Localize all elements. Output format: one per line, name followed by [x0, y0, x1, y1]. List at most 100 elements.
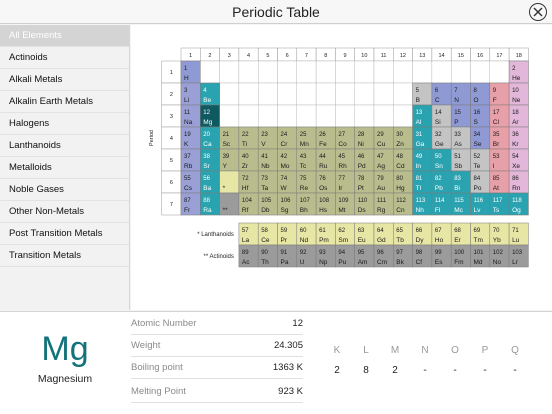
element-cell-Nh[interactable]: 113 Nh: [412, 192, 433, 216]
element-cell-Ra[interactable]: 88 Ra: [200, 192, 220, 216]
element-cell-Rb[interactable]: 37 Rb: [180, 148, 201, 172]
element-cell-Bh[interactable]: 107 Bh: [296, 192, 317, 216]
element-cell-Pu[interactable]: 94 Pu: [335, 244, 355, 268]
sidebar-item-lanthanoids[interactable]: Lanthanoids: [0, 135, 129, 157]
element-cell-Fe[interactable]: 26 Fe: [315, 126, 336, 150]
sidebar-item-transition-metals[interactable]: Transition Metals: [0, 245, 129, 267]
element-cell-Cr[interactable]: 24 Cr: [277, 126, 298, 150]
element-cell-Sr[interactable]: 38 Sr: [200, 148, 220, 172]
element-cell-Fr[interactable]: 87 Fr: [180, 192, 201, 216]
element-cell-N[interactable]: 7N: [450, 82, 471, 106]
element-cell-Cs[interactable]: 55 Cs: [180, 170, 201, 194]
element-cell-Te[interactable]: 52 Te: [470, 148, 491, 172]
element-cell-Ag[interactable]: 47 Ag: [373, 148, 394, 172]
close-button[interactable]: [529, 3, 547, 21]
element-cell-Bk[interactable]: 97 Bk: [393, 244, 413, 268]
element-cell-Er[interactable]: 68 Er: [450, 222, 471, 246]
element-cell-V[interactable]: 23 V: [257, 126, 278, 150]
element-cell-Ba[interactable]: 56 Ba: [200, 170, 220, 194]
sidebar-item-post-transition-metals[interactable]: Post Transition Metals: [0, 223, 129, 245]
element-cell-Hf[interactable]: 72 Hf: [238, 170, 259, 194]
element-cell-C[interactable]: 6C: [431, 82, 452, 106]
element-cell-Co[interactable]: 27 Co: [335, 126, 355, 150]
element-cell-Li[interactable]: 3Li: [180, 82, 201, 106]
element-cell-Al[interactable]: 13 Al: [412, 104, 433, 128]
element-cell-F[interactable]: 9F: [489, 82, 510, 106]
element-cell-Pm[interactable]: 61 Pm: [315, 222, 336, 246]
element-cell-Re[interactable]: 75 Re: [296, 170, 317, 194]
element-cell-Ts[interactable]: 117 Ts: [489, 192, 510, 216]
element-cell-Og[interactable]: 118 Og: [508, 192, 529, 216]
element-cell-Rg[interactable]: 111 Rg: [373, 192, 394, 216]
sidebar-item-all-elements[interactable]: All Elements: [0, 25, 129, 47]
element-cell-Mo[interactable]: 42 Mo: [277, 148, 298, 172]
element-cell-Rh[interactable]: 45 Rh: [335, 148, 355, 172]
element-cell-Cn[interactable]: 112 Cn: [393, 192, 413, 216]
element-cell-Sg[interactable]: 106 Sg: [277, 192, 298, 216]
element-cell-Ni[interactable]: 28 Ni: [354, 126, 375, 150]
element-cell-Nd[interactable]: 60 Nd: [296, 222, 317, 246]
element-cell-He[interactable]: 2He: [508, 60, 529, 84]
element-cell-U[interactable]: 92 U: [296, 244, 317, 268]
element-cell-Ce[interactable]: 58 Ce: [257, 222, 278, 246]
element-cell-Es[interactable]: 99 Es: [431, 244, 452, 268]
element-cell-Pb[interactable]: 82 Pb: [431, 170, 452, 194]
element-cell-Kr[interactable]: 36 Kr: [508, 126, 529, 150]
element-cell-Cd[interactable]: 48 Cd: [393, 148, 413, 172]
element-cell-Fm[interactable]: 100 Fm: [450, 244, 471, 268]
element-cell-Ru[interactable]: 44 Ru: [315, 148, 336, 172]
element-cell-Rf[interactable]: 104 Rf: [238, 192, 259, 216]
sidebar-item-other-non-metals[interactable]: Other Non-Metals: [0, 201, 129, 223]
element-cell-Ti[interactable]: 22 Ti: [238, 126, 259, 150]
element-cell-I[interactable]: 53 I: [489, 148, 510, 172]
element-cell-Tb[interactable]: 65 Tb: [393, 222, 413, 246]
element-cell-Mn[interactable]: 25 Mn: [296, 126, 317, 150]
element-cell-Os[interactable]: 76 Os: [315, 170, 336, 194]
element-cell-Sm[interactable]: 62 Sm: [335, 222, 355, 246]
element-cell-Eu[interactable]: 63 Eu: [354, 222, 375, 246]
element-cell-Ir[interactable]: 77Ir: [335, 170, 355, 194]
element-cell-Mc[interactable]: 115 Mc: [450, 192, 471, 216]
element-cell-Sn[interactable]: 50 Sn: [431, 148, 452, 172]
element-cell-Hs[interactable]: 108 Hs: [315, 192, 336, 216]
element-cell-Tm[interactable]: 69 Tm: [470, 222, 491, 246]
element-cell-Lu[interactable]: 71 Lu: [508, 222, 529, 246]
element-cell-Se[interactable]: 34 Se: [470, 126, 491, 150]
element-cell-Th[interactable]: 90 Th: [257, 244, 278, 268]
element-cell-Po[interactable]: 84 Po: [470, 170, 491, 194]
element-cell-At[interactable]: 85 At: [489, 170, 510, 194]
element-cell-Pr[interactable]: 59 Pr: [277, 222, 298, 246]
element-cell-Au[interactable]: 79 Au: [373, 170, 394, 194]
element-cell-Ca[interactable]: 20 Ca: [200, 126, 220, 150]
element-cell-Db[interactable]: 105 Db: [257, 192, 278, 216]
element-cell-Tc[interactable]: 43 Tc: [296, 148, 317, 172]
element-cell-Np[interactable]: 93 Np: [315, 244, 336, 268]
element-cell-Zn[interactable]: 30 Zn: [393, 126, 413, 150]
element-cell-Dy[interactable]: 66 Dy: [412, 222, 433, 246]
element-cell-Ho[interactable]: 67 Ho: [431, 222, 452, 246]
element-cell-Zr[interactable]: 40 Zr: [238, 148, 259, 172]
element-cell-Ga[interactable]: 31 Ga: [412, 126, 433, 150]
element-cell-P[interactable]: 15 P: [450, 104, 471, 128]
element-cell-Cu[interactable]: 29 Cu: [373, 126, 394, 150]
element-cell-Ac[interactable]: 89 Ac: [238, 244, 259, 268]
element-cell-S[interactable]: 16 S: [470, 104, 491, 128]
sidebar-item-alkali-metals[interactable]: Alkali Metals: [0, 69, 129, 91]
element-cell-Ne[interactable]: 10 Ne: [508, 82, 529, 106]
element-cell-No[interactable]: 102 No: [489, 244, 510, 268]
element-cell-Lr[interactable]: 103 Lr: [508, 244, 529, 268]
element-cell-Pt[interactable]: 78 Pt: [354, 170, 375, 194]
element-cell-K[interactable]: 19 K: [180, 126, 201, 150]
sidebar-item-halogens[interactable]: Halogens: [0, 113, 129, 135]
element-cell-Nb[interactable]: 41 Nb: [257, 148, 278, 172]
element-cell-Sc[interactable]: 21 Sc: [219, 126, 240, 150]
element-cell-Be[interactable]: 4Be: [200, 82, 220, 106]
element-cell-*[interactable]: *: [219, 170, 240, 194]
element-cell-**[interactable]: **: [219, 192, 240, 216]
element-cell-Ds[interactable]: 110 Ds: [354, 192, 375, 216]
element-cell-W[interactable]: 74 W: [277, 170, 298, 194]
element-cell-Am[interactable]: 95 Am: [354, 244, 375, 268]
element-cell-Ge[interactable]: 32 Ge: [431, 126, 452, 150]
element-cell-Ta[interactable]: 73 Ta: [257, 170, 278, 194]
sidebar-item-noble-gases[interactable]: Noble Gases: [0, 179, 129, 201]
